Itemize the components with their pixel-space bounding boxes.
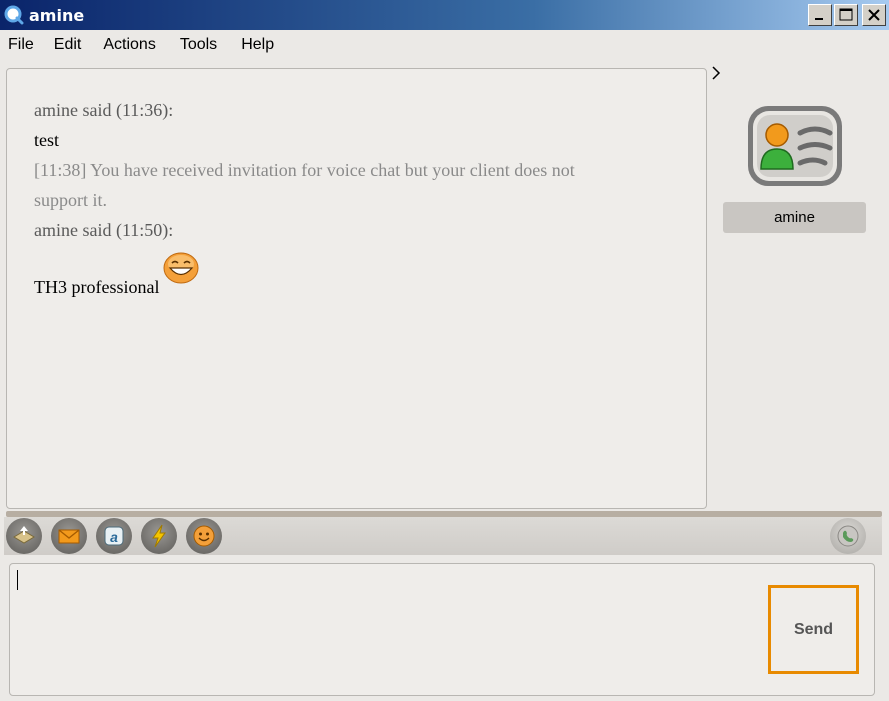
collapse-panel-arrow-icon[interactable]	[711, 66, 721, 80]
close-icon	[868, 9, 880, 21]
menu-tools[interactable]: Tools	[180, 36, 217, 54]
app-icon	[4, 5, 24, 25]
smiley-icon	[193, 525, 215, 547]
maximize-icon	[839, 8, 853, 21]
message-header: amine said (11:50):	[34, 220, 174, 240]
menu-file[interactable]: File	[8, 36, 34, 54]
window-controls	[808, 4, 886, 26]
svg-text:a: a	[110, 529, 118, 545]
nudge-button[interactable]	[141, 518, 177, 554]
phone-call-icon	[837, 525, 859, 547]
envelope-icon	[58, 529, 80, 544]
text-caret	[17, 570, 18, 590]
lightning-icon	[152, 524, 166, 548]
maximize-button[interactable]	[834, 4, 858, 26]
menu-help[interactable]: Help	[241, 36, 274, 54]
emoticons-button[interactable]	[186, 518, 222, 554]
font-button[interactable]: a	[96, 518, 132, 554]
send-email-button[interactable]	[51, 518, 87, 554]
menu-edit[interactable]: Edit	[54, 36, 82, 54]
send-button[interactable]: Send	[768, 585, 859, 674]
file-transfer-button[interactable]	[6, 518, 42, 554]
menu-actions[interactable]: Actions	[103, 36, 155, 54]
menu-bar: File Edit Actions Tools Help	[0, 30, 889, 60]
message-body: test	[34, 130, 59, 150]
message-body-with-emoticon: TH3 professional	[34, 252, 706, 302]
system-message: [11:38] You have received invitation for…	[34, 160, 575, 180]
compose-toolbar: a	[4, 517, 882, 555]
message-input[interactable]	[9, 563, 875, 696]
system-message-continued: support it.	[34, 190, 108, 210]
grin-smiley-icon	[162, 251, 200, 285]
message-header: amine said (11:36):	[34, 100, 174, 120]
close-button[interactable]	[862, 4, 886, 26]
voice-call-button[interactable]	[830, 518, 866, 554]
contact-name-label[interactable]: amine	[723, 202, 866, 233]
minimize-icon	[815, 18, 823, 20]
minimize-button[interactable]	[808, 4, 832, 26]
message-body-text: TH3 professional	[34, 277, 160, 297]
title-bar: amine	[0, 0, 889, 30]
font-a-icon: a	[104, 526, 124, 546]
window-title: amine	[29, 5, 85, 25]
chat-transcript[interactable]: amine said (11:36): test [11:38] You hav…	[6, 68, 707, 509]
file-transfer-icon	[13, 526, 35, 544]
contact-card-icon	[748, 106, 842, 186]
